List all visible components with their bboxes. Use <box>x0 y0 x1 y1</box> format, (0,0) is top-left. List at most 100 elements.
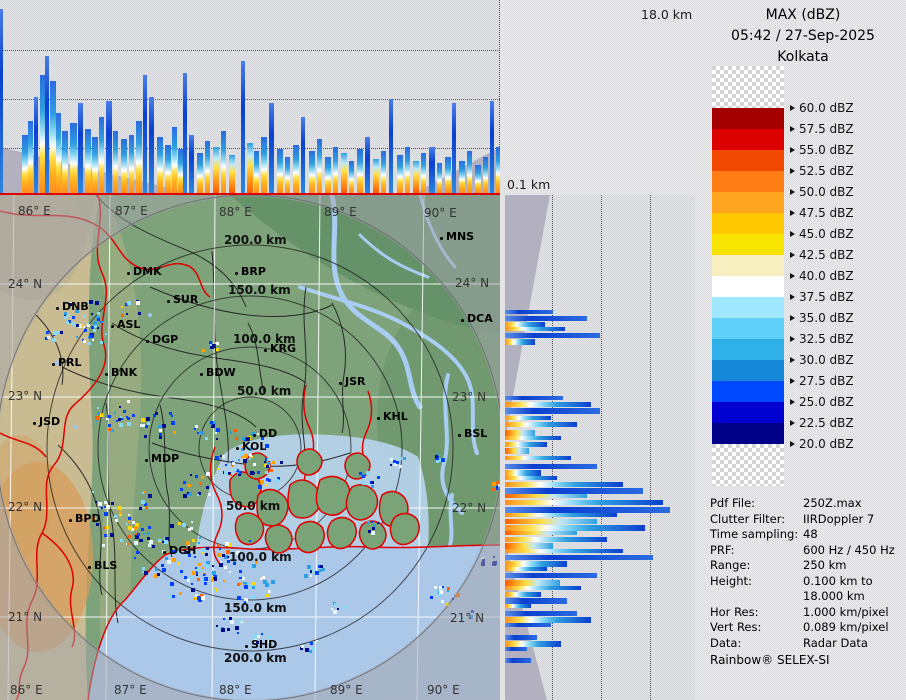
level-tick-arrow-icon <box>790 126 795 132</box>
level-tick-arrow-icon <box>790 231 795 237</box>
dbz-level-label: 30.0 dBZ <box>790 352 854 368</box>
dbz-level-label: 47.5 dBZ <box>790 205 854 221</box>
dbz-level-label: 27.5 dBZ <box>790 373 854 389</box>
echo-column <box>413 161 419 193</box>
level-tick-arrow-icon <box>790 252 795 258</box>
echo-column <box>301 117 305 193</box>
echo-bar <box>505 442 547 447</box>
metadata-row: Range: 250 km <box>710 558 906 574</box>
longitude-label: 89° E <box>330 683 363 697</box>
echo-bar <box>505 592 541 597</box>
dbz-swatch <box>712 213 784 234</box>
echo-column <box>172 127 177 193</box>
dbz-level-text: 60.0 dBZ <box>799 101 854 115</box>
echo-bar <box>505 482 623 487</box>
echo-column <box>261 137 267 193</box>
echo-column <box>45 56 49 193</box>
metadata-label: Pdf File: <box>710 496 756 510</box>
echo-column <box>445 157 451 193</box>
metadata-value: 1.000 km/pixel <box>803 604 889 619</box>
height-axis-max-label: 18.0 km <box>641 7 693 22</box>
echo-column <box>0 9 3 193</box>
dbz-swatch <box>712 423 784 444</box>
range-ring-label: 50.0 km <box>226 499 281 513</box>
city-label: BLS <box>94 559 118 572</box>
echo-bar <box>505 422 577 427</box>
city-label: BRP <box>241 265 266 278</box>
echo-column <box>85 129 91 193</box>
dbz-swatch <box>712 255 784 276</box>
longitude-label: 88° E <box>219 683 252 697</box>
metadata-value: 48 <box>803 527 818 541</box>
level-tick-arrow-icon <box>790 147 795 153</box>
echo-column <box>241 61 245 193</box>
dbz-level-text: 32.5 dBZ <box>799 332 854 346</box>
city-dot <box>264 349 267 352</box>
dbz-swatch <box>712 360 784 381</box>
dbz-level-label: 55.0 dBZ <box>790 142 854 158</box>
echo-bar <box>505 476 557 480</box>
city-dot <box>52 363 55 366</box>
latitude-label: 23° N <box>452 390 487 404</box>
city-label: KOL <box>242 440 267 453</box>
echo-column <box>269 103 274 193</box>
echo-column <box>357 149 363 193</box>
metadata-value: 0.089 km/pixel <box>803 620 889 634</box>
echo-bar <box>505 549 623 553</box>
dbz-color-scale: 60.0 dBZ 57.5 dBZ 55.0 dBZ 52.5 dBZ 50.0 dBZ… <box>712 66 906 496</box>
dbz-swatch <box>712 129 784 150</box>
echo-column <box>197 153 203 193</box>
echo-column <box>405 147 410 193</box>
latitude-label: 24° N <box>8 277 43 291</box>
echo-bar <box>505 310 553 314</box>
dbz-level-label: 22.5 dBZ <box>790 415 854 431</box>
echo-bar <box>505 464 597 469</box>
dbz-level-label: 42.5 dBZ <box>790 247 854 263</box>
dbz-level-text: 47.5 dBZ <box>799 206 854 220</box>
echo-column <box>475 165 481 193</box>
echo-column <box>254 151 259 193</box>
echo-column <box>70 123 77 193</box>
dbz-swatch <box>712 318 784 339</box>
echo-column <box>143 75 147 193</box>
latitude-label: 21° N <box>8 610 43 624</box>
dbz-level-text: 20.0 dBZ <box>799 437 854 451</box>
city-dot <box>461 319 464 322</box>
city-dot <box>167 300 170 303</box>
range-ring-label: 150.0 km <box>224 601 287 615</box>
dbz-level-text: 57.5 dBZ <box>799 122 854 136</box>
dbz-level-text: 42.5 dBZ <box>799 248 854 262</box>
dbz-swatch <box>712 150 784 171</box>
city-label: DD <box>259 427 278 440</box>
echo-bar <box>505 456 571 460</box>
city-label: BNK <box>111 366 138 379</box>
level-tick-arrow-icon <box>790 420 795 426</box>
echo-column <box>317 139 322 193</box>
station-name: Kolkata <box>777 49 829 65</box>
dbz-level-text: 25.0 dBZ <box>799 395 854 409</box>
echo-bar <box>505 436 561 440</box>
map-labels-layer: 86° E 87° E 88° E 89° E 90° E 86° E 87° E 88° E… <box>0 195 500 700</box>
city-dot <box>236 447 239 450</box>
echo-bar <box>505 658 531 663</box>
metadata-label: Clutter Filter: <box>710 511 786 526</box>
product-datetime: 05:42 / 27-Sep-2025 <box>731 28 875 44</box>
echo-bar <box>505 448 529 454</box>
radar-app-window: 18.0 km 0.1 km 86° E 87° E 88° E 89° E 9… <box>0 0 906 700</box>
echo-bar <box>505 586 581 590</box>
dbz-level-text: 40.0 dBZ <box>799 269 854 283</box>
dbz-swatch <box>712 192 784 213</box>
city-label: DCA <box>467 312 493 325</box>
echo-column <box>157 137 163 193</box>
echo-column <box>78 103 83 193</box>
city-dot <box>245 645 248 648</box>
longitude-label: 90° E <box>427 683 460 697</box>
echo-column <box>247 143 253 193</box>
echo-bar <box>505 416 551 420</box>
range-ring-label: 50.0 km <box>237 384 292 398</box>
level-tick-arrow-icon <box>790 294 795 300</box>
city-label: ASL <box>117 318 141 331</box>
level-tick-arrow-icon <box>790 105 795 111</box>
echo-column <box>28 121 33 193</box>
city-dot <box>458 434 461 437</box>
